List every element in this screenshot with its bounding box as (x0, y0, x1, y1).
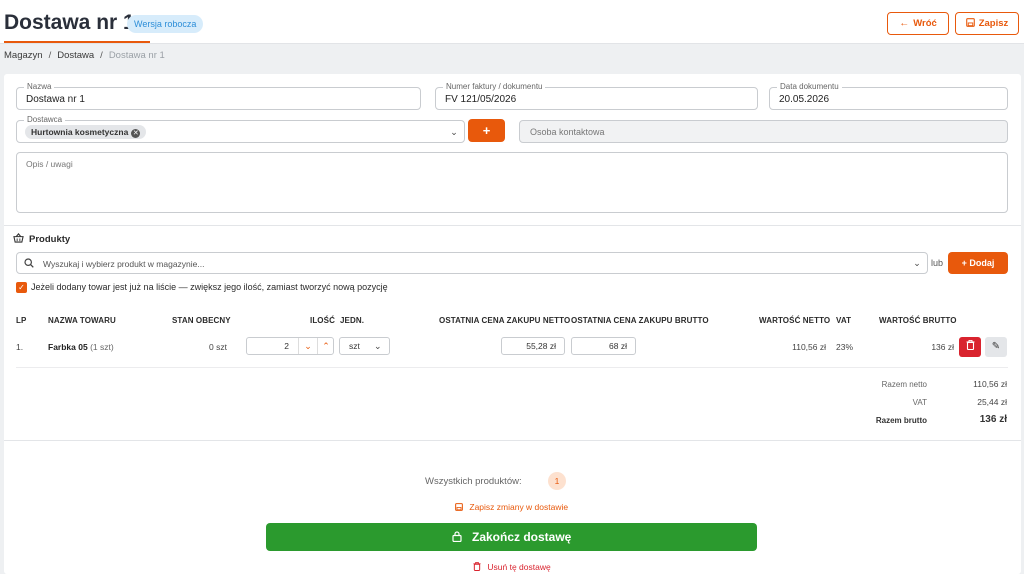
title-underline (4, 41, 150, 43)
trash-icon (473, 562, 483, 572)
name-field[interactable]: Nazwa Dostawa nr 1 (16, 82, 421, 110)
merge-checkbox[interactable]: ✓ (16, 282, 27, 293)
add-supplier-button[interactable]: + (468, 119, 505, 142)
notes-textarea[interactable]: Opis / uwagi (16, 152, 1008, 213)
chevron-down-icon: ⌄ (374, 341, 382, 351)
invoice-number-field[interactable]: Numer faktury / dokumentu FV 121/05/2026 (435, 82, 758, 110)
sum-gross-value: 136 zł (979, 414, 1007, 425)
arrow-left-icon: ← (899, 18, 910, 29)
save-button[interactable]: Zapisz (955, 12, 1019, 35)
remove-chip-icon[interactable]: ✕ (131, 129, 141, 138)
breadcrumb-magazyn[interactable]: Magazyn (4, 50, 43, 61)
search-icon (24, 258, 34, 268)
supplier-select[interactable]: Dostawca Hurtownia kosmetyczna ✕ ⌄ (16, 115, 465, 143)
products-count-badge: 1 (548, 472, 566, 490)
col-lp: LP (16, 316, 27, 325)
net-price-input[interactable]: 55,28 zł (501, 337, 565, 355)
gross-value: 136 zł (931, 342, 954, 352)
divider (4, 225, 1021, 226)
basket-icon (13, 233, 24, 245)
sum-net-value: 110,56 zł (973, 379, 1007, 389)
add-product-button[interactable]: + Dodaj (948, 252, 1008, 274)
decrease-chevron-icon[interactable]: ⌄ (298, 338, 317, 354)
finish-delivery-button[interactable]: Zakończ dostawę (266, 523, 757, 551)
quantity-stepper[interactable]: 2 ⌄ ⌃ (246, 337, 334, 355)
sum-gross-label: Razem brutto (875, 416, 927, 425)
delete-row-button[interactable] (959, 337, 981, 357)
floppy-disk-icon (965, 13, 975, 34)
quantity-value: 2 (284, 341, 289, 351)
breadcrumb: Magazyn / Dostawa / Dostawa nr 1 (4, 50, 165, 61)
sum-vat-label: VAT (912, 398, 927, 407)
edit-row-button[interactable]: ✎ (985, 337, 1007, 357)
document-date-field[interactable]: Data dokumentu 20.05.2026 (769, 82, 1008, 110)
col-stock: STAN OBECNY (172, 316, 231, 325)
save-changes-link[interactable]: Zapisz zmiany w dostawie (455, 502, 568, 512)
merge-checkbox-label: Jeżeli dodany towar jest już na liście —… (31, 282, 388, 292)
divider (4, 440, 1021, 441)
or-label: lub (931, 258, 944, 268)
row-divider (16, 367, 1008, 368)
page-title: Dostawa nr 1 (4, 11, 135, 34)
breadcrumb-dostawa[interactable]: Dostawa (57, 50, 94, 61)
gross-price-input[interactable]: 68 zł (571, 337, 636, 355)
chevron-down-icon: ⌄ (450, 127, 458, 137)
supplier-chip: Hurtownia kosmetyczna ✕ (25, 125, 147, 139)
vat-value: 23% (836, 342, 854, 352)
products-section-title: Produkty (13, 233, 70, 245)
trash-icon (966, 339, 975, 352)
col-net-value: WARTOŚĆ NETTO (759, 316, 831, 325)
pencil-icon: ✎ (991, 341, 1001, 352)
status-badge: Wersja robocza (127, 15, 204, 33)
col-unit: JEDN. (340, 316, 365, 325)
lock-icon (452, 530, 465, 544)
col-vat: VAT (836, 316, 852, 325)
delivery-card: Nazwa Dostawa nr 1 Numer faktury / dokum… (4, 74, 1021, 574)
col-gross-value: WARTOŚĆ BRUTTO (879, 316, 957, 325)
col-gross-price: OSTATNIA CENA ZAKUPU BRUTTO (571, 316, 709, 325)
back-button[interactable]: ← Wróć (887, 12, 949, 35)
products-count-label: Wszystkich produktów: (425, 476, 522, 487)
product-search-input[interactable]: Wyszukaj i wybierz produkt w magazynie..… (16, 252, 928, 274)
page-header: Dostawa nr 1 Wersja robocza ← Wróć Zapisz (0, 0, 1024, 44)
sum-vat-value: 25,44 zł (977, 397, 1007, 407)
floppy-disk-icon (455, 502, 465, 512)
product-stock: 0 szt (209, 342, 227, 352)
breadcrumb-current: Dostawa nr 1 (108, 50, 165, 61)
col-qty: ILOŚĆ (310, 316, 335, 325)
contact-person-field[interactable]: Osoba kontaktowa (519, 120, 1008, 143)
product-pack: (1 szt) (90, 342, 114, 352)
col-net-price: OSTATNIA CENA ZAKUPU NETTO (439, 316, 571, 325)
chevron-down-icon: ⌄ (913, 258, 921, 268)
delete-delivery-link[interactable]: Usuń tę dostawę (473, 562, 551, 572)
increase-chevron-icon[interactable]: ⌃ (317, 338, 334, 354)
col-name: NAZWA TOWARU (48, 316, 116, 325)
unit-select[interactable]: szt ⌄ (339, 337, 390, 355)
product-name: Farbka 05 (48, 342, 88, 352)
sum-net-label: Razem netto (881, 380, 927, 389)
net-value: 110,56 zł (792, 342, 826, 352)
